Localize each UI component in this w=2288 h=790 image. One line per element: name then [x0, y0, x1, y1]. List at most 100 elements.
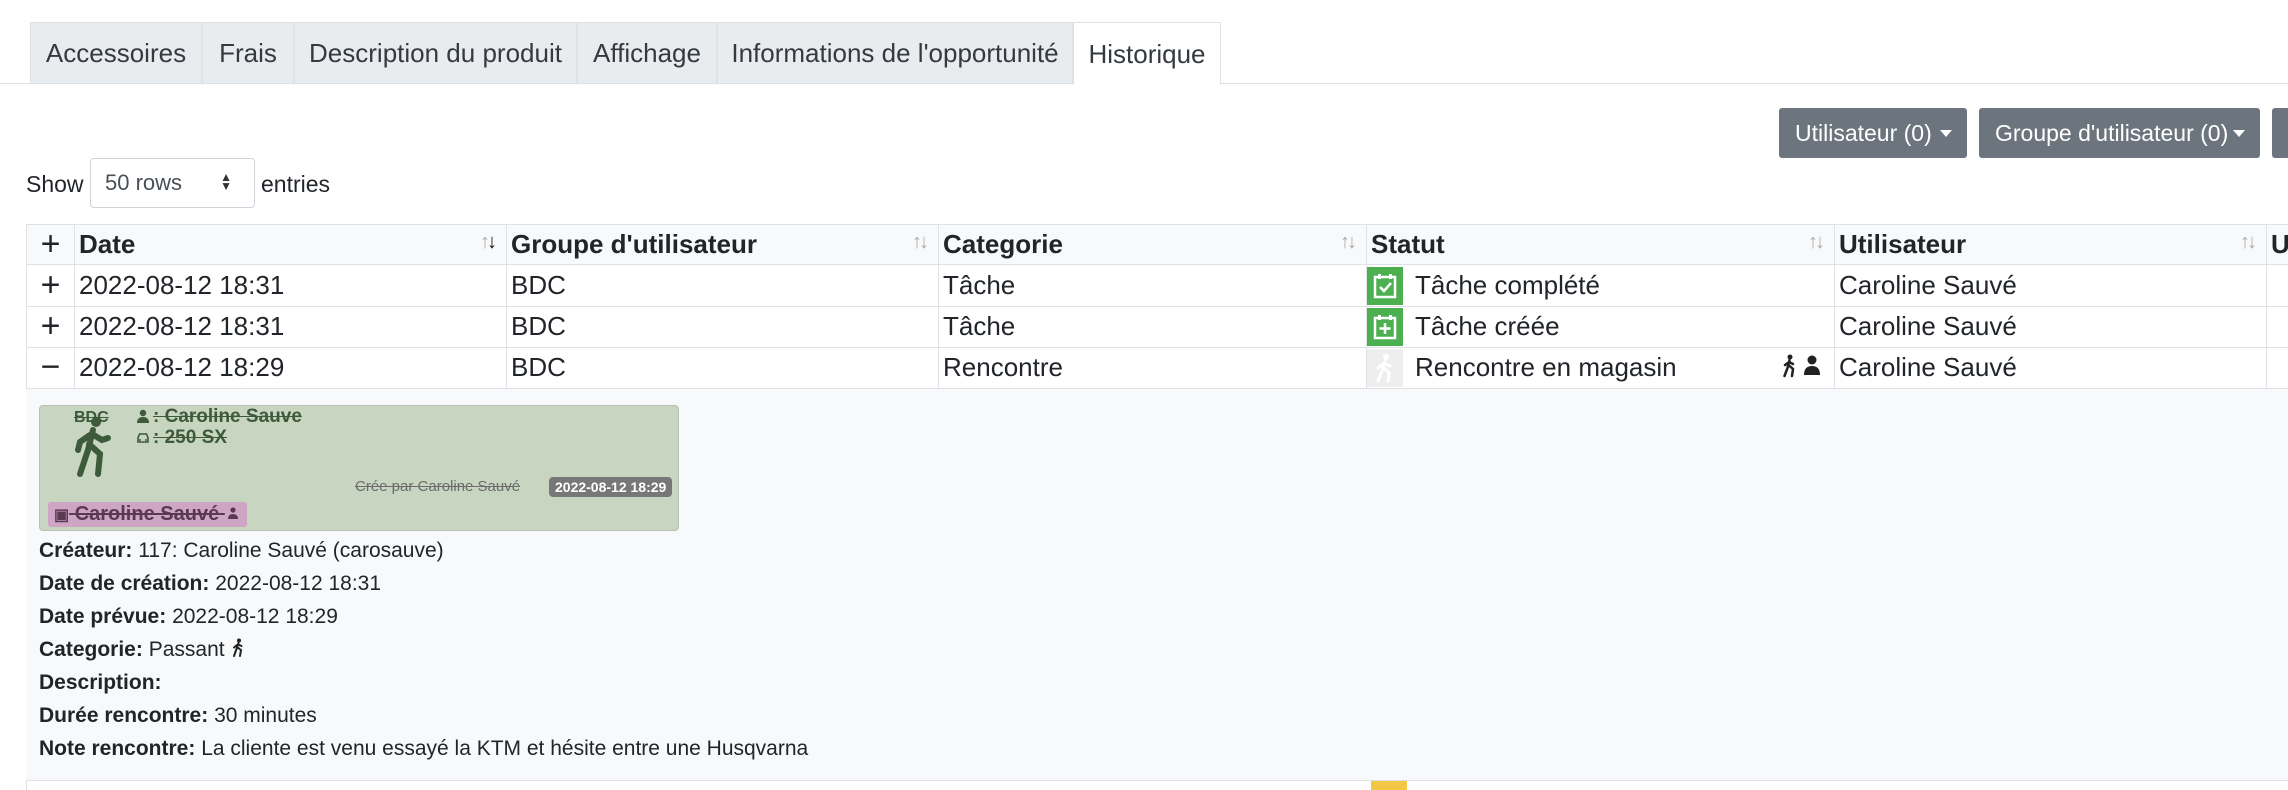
status-icon-yellow	[1371, 781, 1407, 790]
cell-date: 2022-08-12 18:31	[74, 306, 506, 347]
tab-description-produit[interactable]: Description du produit	[294, 22, 577, 84]
cell-date: 2022-08-12 18:31	[74, 265, 506, 306]
cell-group: BDC	[506, 265, 938, 306]
person-icon	[136, 409, 150, 428]
detail-value: 2022-08-12 18:31	[215, 572, 382, 595]
row-expand-button[interactable]: +	[26, 306, 74, 347]
tab-bar: Accessoires Frais Description du produit…	[0, 0, 2288, 85]
detail-label: Durée rencontre:	[39, 704, 209, 727]
group-filter-button[interactable]: Groupe d'utilisateur (0)	[1979, 108, 2260, 158]
row-detail-panel: BDC : Caroline Sauve : 250 SX Crée par C…	[26, 389, 2288, 781]
user-filter-button[interactable]: Utilisateur (0)	[1779, 108, 1967, 158]
card-created-by: Crée par Caroline Sauvé	[355, 478, 521, 495]
card-assignee-name: Caroline Sauvé	[74, 503, 220, 525]
card-vehicle: : 250 SX	[153, 427, 227, 448]
detail-value: 2022-08-12 18:29	[172, 605, 338, 628]
column-header-status[interactable]: Statut ↑↓	[1366, 225, 1834, 264]
tabs-divider	[1221, 83, 2288, 84]
cell-user: Caroline Sauvé	[1834, 265, 2266, 306]
cell-category: Tâche	[938, 306, 1366, 347]
walking-person-icon	[1367, 348, 1403, 387]
column-header-extra[interactable]: U	[2266, 225, 2288, 264]
cell-category: Tâche	[938, 265, 1366, 306]
column-header-label: Date	[79, 229, 136, 259]
cell-group: BDC	[506, 306, 938, 347]
detail-duration: Durée rencontre: 30 minutes	[39, 704, 317, 728]
sort-icon: ↑↓	[2240, 231, 2257, 253]
cell-extra	[2266, 347, 2288, 388]
detail-label: Categorie:	[39, 638, 143, 661]
cell-date: 2022-08-12 18:29	[74, 347, 506, 388]
walker-and-person-icon	[1782, 353, 1822, 386]
cell-status: Tâche complété	[1366, 265, 1834, 306]
table-row: + 2022-08-12 18:31 BDC Tâche Tâche compl…	[26, 265, 2288, 307]
card-date-badge: 2022-08-12 18:29	[549, 477, 673, 497]
row-collapse-button[interactable]: −	[26, 347, 74, 388]
checkbox-checked-icon	[1367, 266, 1403, 305]
table-row: + 2022-08-12 18:31 BDC Tâche Tâche créée…	[26, 306, 2288, 348]
detail-value: Passant	[148, 638, 225, 661]
cell-user: Caroline Sauvé	[1834, 306, 2266, 347]
tabs-divider	[0, 83, 1073, 84]
cell-status: Tâche créée	[1366, 306, 1834, 347]
show-label: Show	[26, 171, 84, 197]
tab-historique[interactable]: Historique	[1073, 22, 1221, 85]
sort-desc-icon: ↑↓	[480, 231, 497, 253]
detail-value: 117: Caroline Sauvé (carosauve)	[138, 539, 444, 562]
column-header-category[interactable]: Categorie ↑↓	[938, 225, 1366, 264]
user-filter-label: Utilisateur (0)	[1795, 119, 1932, 146]
detail-creator: Créateur: 117: Caroline Sauvé (carosauve…	[39, 539, 444, 563]
detail-label: Date prévue:	[39, 605, 167, 628]
table-row: − 2022-08-12 18:29 BDC Rencontre Rencont…	[26, 347, 2288, 389]
detail-label: Description:	[39, 671, 162, 694]
card-contact: : Caroline Sauve	[153, 406, 302, 427]
column-header-label: U	[2271, 229, 2288, 259]
cell-status: Rencontre en magasin	[1366, 347, 1834, 388]
tab-affichage[interactable]: Affichage	[577, 22, 717, 84]
column-header-group[interactable]: Groupe d'utilisateur ↑↓	[506, 225, 938, 264]
cell-extra	[2266, 265, 2288, 306]
column-header-label: Utilisateur	[1839, 229, 1967, 259]
car-icon	[136, 431, 150, 449]
column-header-label: Statut	[1371, 229, 1445, 259]
tab-informations-opportunite[interactable]: Informations de l'opportunité	[717, 22, 1073, 84]
detail-note: Note rencontre: La cliente est venu essa…	[39, 737, 808, 761]
detail-label: Créateur:	[39, 539, 133, 562]
table-row-partial	[26, 781, 2288, 790]
card-assignee: ▣ Caroline Sauvé	[48, 502, 247, 527]
sort-icon: ↑↓	[912, 231, 929, 253]
tab-frais[interactable]: Frais	[202, 22, 294, 84]
tab-accessoires[interactable]: Accessoires	[30, 22, 202, 84]
rows-per-page-value: 50 rows	[105, 170, 183, 195]
detail-label: Date de création:	[39, 572, 210, 595]
detail-value: 30 minutes	[214, 704, 317, 727]
cell-extra	[2266, 306, 2288, 347]
walking-person-icon	[230, 638, 246, 664]
cell-category: Rencontre	[938, 347, 1366, 388]
extra-filter-button[interactable]	[2272, 108, 2288, 158]
detail-description: Description:	[39, 671, 162, 695]
sort-icon: ↑↓	[1808, 231, 1825, 253]
caret-down-icon	[2233, 130, 2245, 137]
rows-per-page-select[interactable]: 50 rows ▲ ▼	[90, 158, 255, 208]
column-header-user[interactable]: Utilisateur ↑↓	[1834, 225, 2266, 264]
detail-value: La cliente est venu essayé la KTM et hés…	[201, 737, 809, 760]
select-arrows-icon: ▲ ▼	[220, 170, 232, 193]
column-header-label: Groupe d'utilisateur	[511, 229, 757, 259]
expand-all-button[interactable]: +	[26, 225, 74, 264]
status-text: Rencontre en magasin	[1415, 352, 1677, 382]
status-text: Tâche créée	[1415, 311, 1560, 341]
column-header-date[interactable]: Date ↑↓	[74, 225, 506, 264]
walking-person-icon	[70, 416, 114, 483]
status-text: Tâche complété	[1415, 270, 1600, 300]
event-card[interactable]: BDC : Caroline Sauve : 250 SX Crée par C…	[39, 405, 679, 531]
detail-planned-date: Date prévue: 2022-08-12 18:29	[39, 605, 338, 629]
row-expand-button[interactable]: +	[26, 265, 74, 306]
plus-box-icon	[1367, 307, 1403, 346]
caret-down-icon	[1940, 130, 1952, 137]
detail-label: Note rencontre:	[39, 737, 196, 760]
table-header: + Date ↑↓ Groupe d'utilisateur ↑↓ Categori…	[26, 224, 2288, 265]
detail-creation-date: Date de création: 2022-08-12 18:31	[39, 572, 381, 596]
detail-category: Categorie: Passant	[39, 638, 246, 664]
task-icon: ▣	[54, 507, 70, 524]
